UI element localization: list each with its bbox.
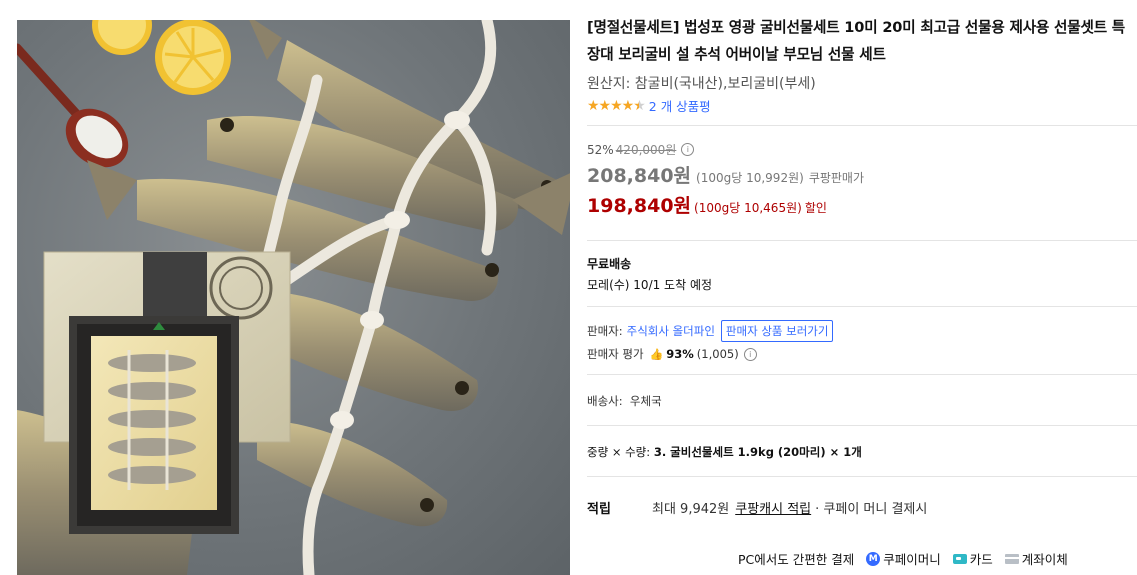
bank-icon	[1004, 553, 1019, 564]
delivery-estimate: 모레(수) 10/1 도착 예정	[587, 278, 713, 292]
unit-price: (100g당 10,992원)	[696, 171, 804, 185]
divider	[587, 425, 1137, 426]
divider	[587, 240, 1137, 241]
rating-stars: ★★★★★	[587, 97, 646, 114]
reward-amount: 최대 9,942원	[652, 502, 730, 517]
seller-products-button[interactable]: 판매자 상품 보러가기	[720, 320, 834, 342]
divider	[587, 476, 1137, 477]
product-photo	[17, 20, 570, 575]
carrier-row: 배송사: 우체국	[587, 394, 662, 408]
product-rating: ★★★★★ 2 개 상품평	[587, 96, 1137, 115]
payment-methods: PC에서도 간편한 결제 M 쿠페이머니 카드 계좌이체	[738, 549, 1068, 568]
bank-transfer-method[interactable]: 계좌이체	[1004, 549, 1068, 568]
free-shipping-label: 무료배송	[587, 257, 632, 271]
info-icon[interactable]: i	[743, 347, 757, 361]
coupon-unit-price: (100g당 10,465원)	[694, 201, 802, 215]
option-value: 3. 굴비선물세트 1.9kg (20마리) × 1개	[653, 445, 862, 459]
thumbs-up-icon: 👍	[649, 347, 664, 361]
gift-box-tray	[69, 316, 239, 534]
product-title: [명절선물세트] 법성포 영광 굴비선물세트 10미 20미 최고급 선물용 제…	[587, 19, 1126, 63]
seller-rating-row: 판매자 평가 👍 93% (1,005) i	[587, 346, 1137, 362]
coupon-price-row: 198,840원 (100g당 10,465원) 할인	[587, 191, 1137, 218]
coupon-label: 할인	[804, 201, 827, 215]
payment-heading: PC에서도 간편한 결제	[738, 552, 855, 567]
info-icon[interactable]: i	[681, 143, 695, 156]
coupang-cash-link[interactable]: 쿠팡캐시 적립	[735, 498, 811, 517]
rating-stars-full: ★★★★	[587, 97, 634, 114]
sale-price-row: 208,840원 (100g당 10,992원) 쿠팡판매가	[587, 161, 1137, 188]
product-info: [명절선물세트] 법성포 영광 굴비선물세트 10미 20미 최고급 선물용 제…	[587, 14, 1137, 517]
coupay-label: 쿠페이머니	[883, 552, 941, 567]
reward-row: 적립 최대 9,942원 쿠팡캐시 적립 · 쿠페이 머니 결제시	[587, 498, 1137, 517]
coupay-icon: M	[866, 551, 881, 566]
seller-label: 판매자:	[587, 324, 623, 338]
reward-label: 적립	[587, 502, 611, 517]
coupon-price: 198,840원	[587, 195, 692, 217]
product-origin: 원산지: 참굴비(국내산),보리굴비(부세)	[587, 76, 816, 92]
card-icon	[952, 553, 967, 564]
coupay-money-method[interactable]: M 쿠페이머니	[866, 549, 941, 568]
price-seller-label: 쿠팡판매가	[808, 171, 865, 185]
product-image	[17, 20, 570, 575]
reward-condition: · 쿠페이 머니 결제시	[815, 502, 928, 517]
bank-label: 계좌이체	[1021, 552, 1068, 567]
rating-star-half-icon: ★	[633, 97, 646, 114]
discount-rate: 52%	[587, 142, 614, 157]
salt-spoon	[17, 43, 129, 168]
divider	[587, 374, 1137, 375]
review-count-link[interactable]: 2 개 상품평	[649, 96, 711, 115]
discount-row: 52% 420,000원 i	[587, 141, 1137, 158]
seller-rating-percent: 93%	[666, 347, 694, 361]
seller-row: 판매자: 주식회사 올더파인 판매자 상품 보러가기	[587, 320, 1137, 342]
option-row: 중량 × 수량: 3. 굴비선물세트 1.9kg (20마리) × 1개	[587, 444, 1137, 460]
divider	[587, 125, 1137, 126]
seller-name-link[interactable]: 주식회사 올더파인	[627, 323, 715, 339]
option-label: 중량 × 수량:	[587, 445, 651, 459]
lemon-slice	[92, 20, 231, 95]
original-price: 420,000원	[615, 143, 677, 157]
divider	[587, 306, 1137, 307]
seller-rating-label: 판매자 평가	[587, 347, 644, 361]
card-label: 카드	[969, 552, 993, 567]
card-method[interactable]: 카드	[952, 549, 993, 568]
sale-price: 208,840원	[587, 165, 692, 187]
seller-rating-count: (1,005)	[696, 347, 739, 361]
